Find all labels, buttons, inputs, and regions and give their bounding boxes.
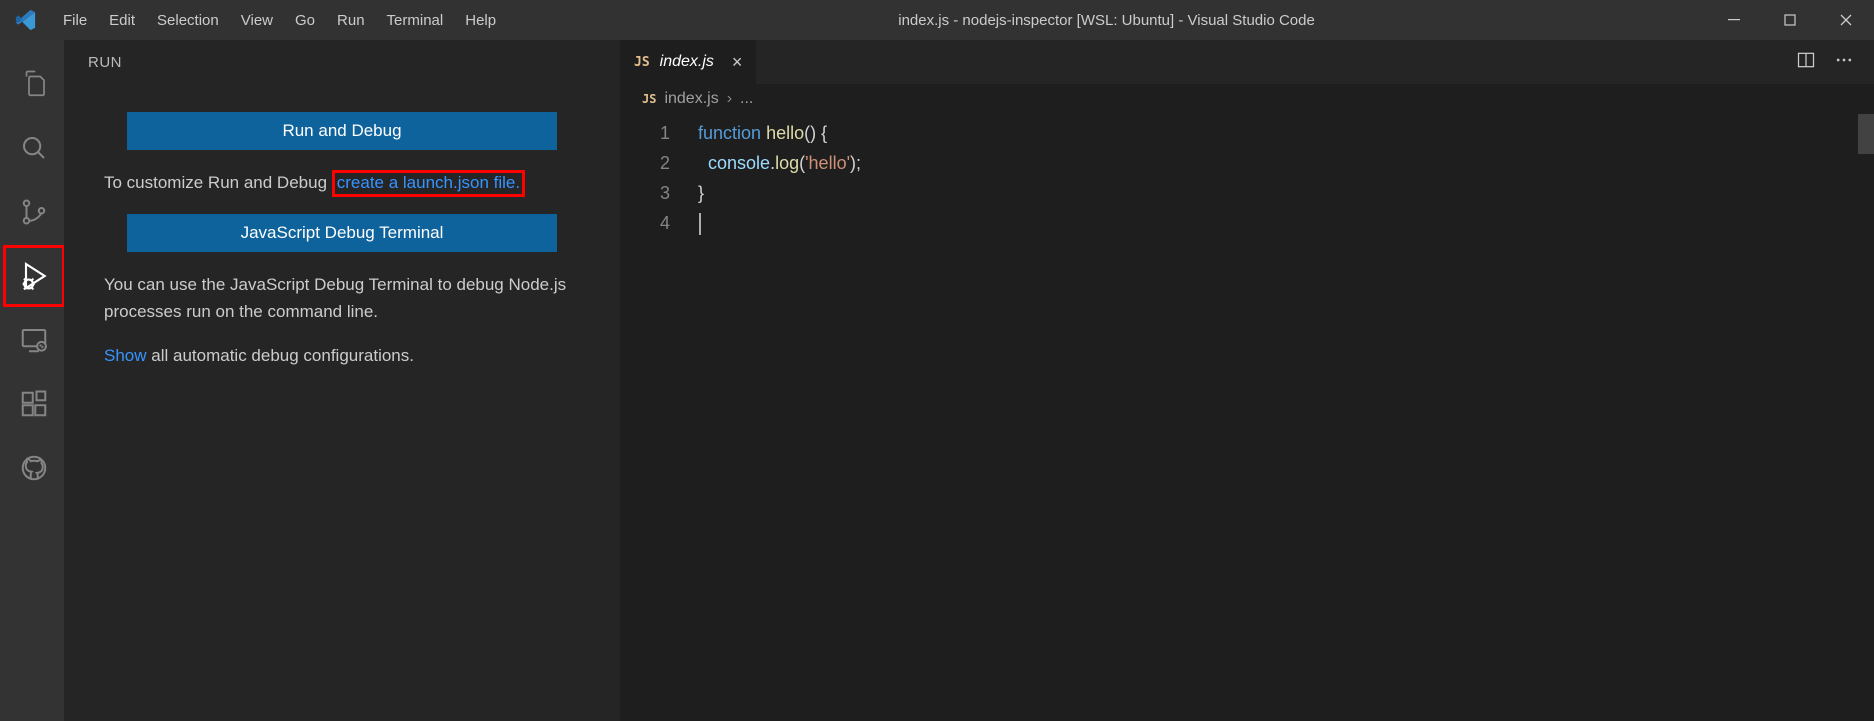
show-rest: all automatic debug configurations. [147, 346, 414, 365]
code-token: } [698, 183, 704, 203]
code-token: ); [850, 153, 861, 173]
sidebar-title: RUN [64, 40, 620, 84]
menu-selection[interactable]: Selection [146, 0, 230, 40]
split-editor-icon[interactable] [1796, 50, 1816, 75]
line-number: 3 [620, 178, 670, 208]
customize-text: To customize Run and Debug create a laun… [104, 170, 580, 196]
text-cursor [699, 213, 701, 235]
breadcrumb-tail: ... [740, 90, 753, 108]
tab-index-js[interactable]: JS index.js × [620, 40, 757, 84]
menu-file[interactable]: File [52, 0, 98, 40]
menu-run[interactable]: Run [326, 0, 376, 40]
js-file-icon: JS [642, 92, 656, 106]
chevron-right-icon: › [727, 90, 732, 108]
vertical-scrollbar[interactable] [1858, 114, 1874, 721]
extensions-icon[interactable] [2, 372, 66, 436]
close-button[interactable] [1818, 0, 1874, 40]
js-file-icon: JS [634, 55, 650, 70]
show-configs-text: Show all automatic debug configurations. [104, 343, 580, 369]
line-number: 2 [620, 148, 670, 178]
window-title: index.js - nodejs-inspector [WSL: Ubuntu… [507, 12, 1706, 29]
run-and-debug-button[interactable]: Run and Debug [127, 112, 557, 150]
code-token: () { [804, 123, 827, 143]
tab-actions [1776, 40, 1874, 84]
show-link[interactable]: Show [104, 346, 147, 365]
menu-bar: File Edit Selection View Go Run Terminal… [52, 0, 507, 40]
line-number: 4 [620, 208, 670, 238]
tab-label: index.js [660, 53, 714, 71]
editor-area: JS index.js × JS index.js › ... 1 2 3 4 … [620, 40, 1874, 721]
close-tab-icon[interactable]: × [732, 52, 743, 73]
menu-view[interactable]: View [230, 0, 284, 40]
main-area: RUN Run and Debug To customize Run and D… [0, 40, 1874, 721]
js-terminal-description: You can use the JavaScript Debug Termina… [104, 272, 580, 325]
explorer-icon[interactable] [2, 52, 66, 116]
code-editor[interactable]: 1 2 3 4 function hello() { console.log('… [620, 114, 1874, 721]
tab-spacer [757, 40, 1776, 84]
menu-go[interactable]: Go [284, 0, 326, 40]
code-token: 'hello' [805, 153, 850, 173]
code-token: hello [766, 123, 804, 143]
code-content[interactable]: function hello() { console.log('hello');… [698, 114, 1874, 721]
code-token: console [708, 153, 770, 173]
menu-edit[interactable]: Edit [98, 0, 146, 40]
vscode-logo-icon [14, 9, 36, 31]
tab-bar: JS index.js × [620, 40, 1874, 84]
title-bar: File Edit Selection View Go Run Terminal… [0, 0, 1874, 40]
customize-prefix: To customize Run and Debug [104, 173, 332, 192]
maximize-button[interactable] [1762, 0, 1818, 40]
remote-explorer-icon[interactable] [2, 308, 66, 372]
breadcrumb-file: index.js [664, 90, 718, 108]
github-icon[interactable] [2, 436, 66, 500]
create-launch-json-link[interactable]: create a launch.json file. [332, 170, 525, 197]
run-debug-icon[interactable] [2, 244, 66, 308]
minimize-button[interactable] [1706, 0, 1762, 40]
breadcrumb[interactable]: JS index.js › ... [620, 84, 1874, 114]
code-token: log [775, 153, 799, 173]
scrollbar-thumb[interactable] [1858, 114, 1874, 154]
menu-terminal[interactable]: Terminal [376, 0, 455, 40]
code-token: function [698, 123, 761, 143]
search-icon[interactable] [2, 116, 66, 180]
menu-help[interactable]: Help [454, 0, 507, 40]
source-control-icon[interactable] [2, 180, 66, 244]
line-gutter: 1 2 3 4 [620, 114, 698, 721]
activity-bar [0, 40, 64, 721]
more-actions-icon[interactable] [1834, 50, 1854, 75]
window-controls [1706, 0, 1874, 40]
js-debug-terminal-button[interactable]: JavaScript Debug Terminal [127, 214, 557, 252]
line-number: 1 [620, 118, 670, 148]
run-sidebar: RUN Run and Debug To customize Run and D… [64, 40, 620, 721]
